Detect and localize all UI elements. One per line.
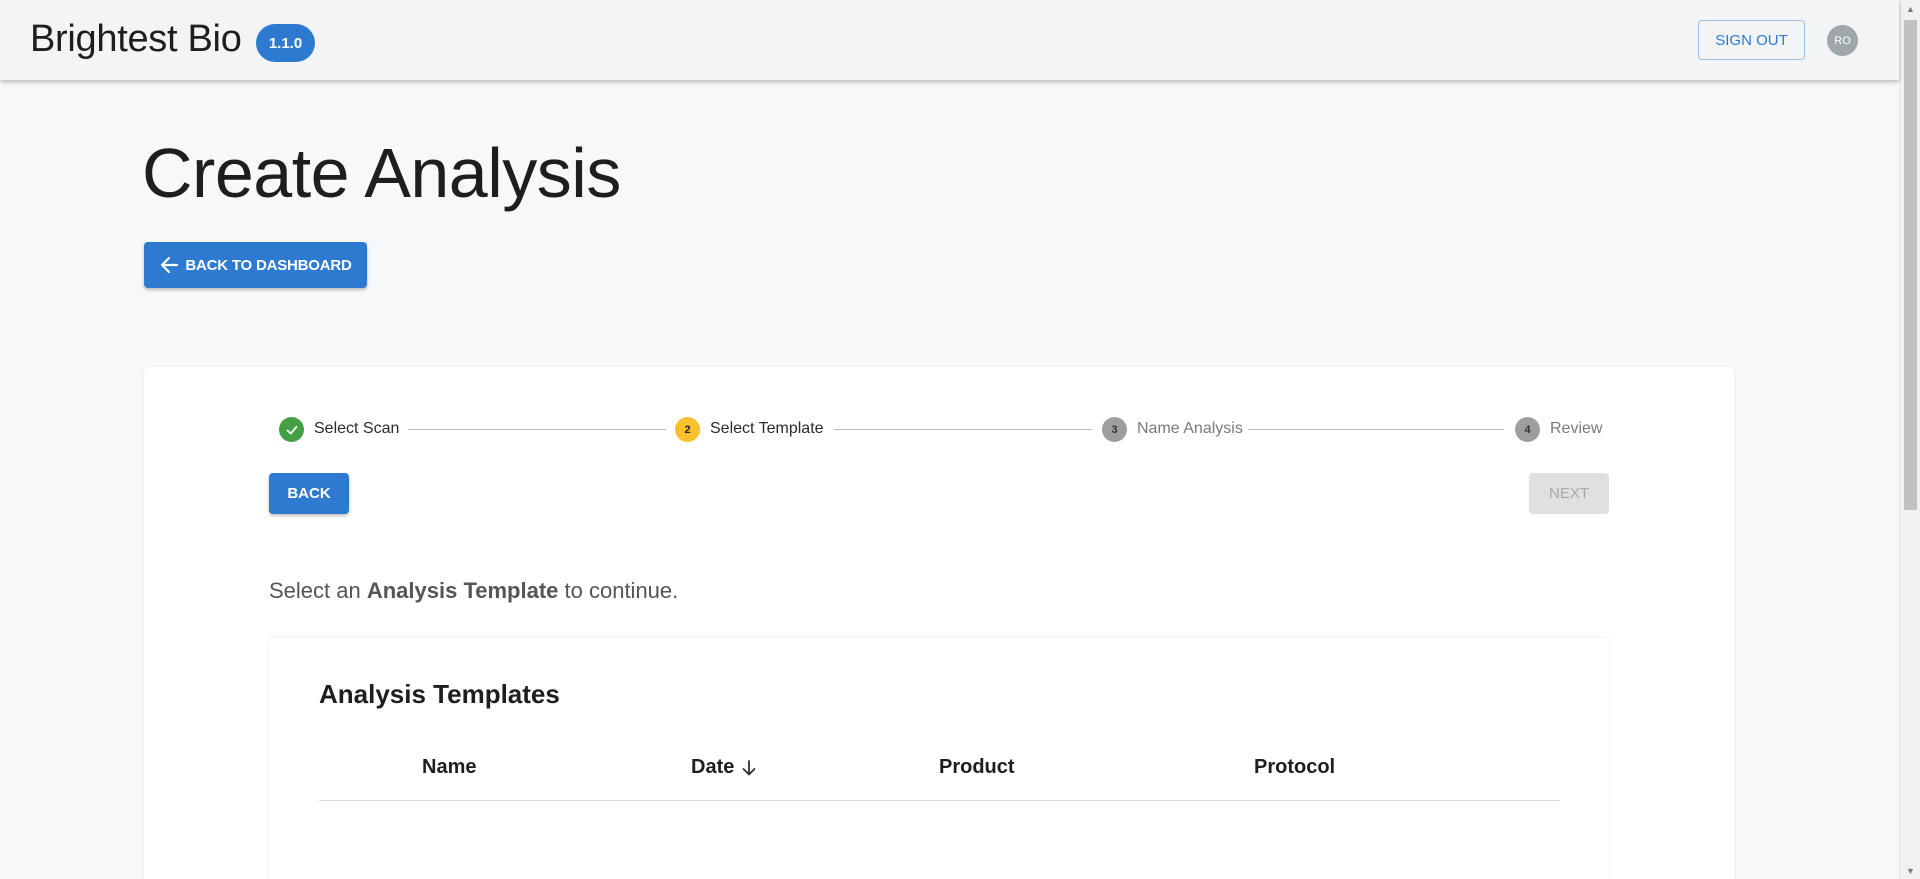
scroll-down-arrow-icon[interactable]: ▼ (1900, 862, 1920, 879)
next-button[interactable]: NEXT (1529, 473, 1609, 514)
version-badge: 1.1.0 (256, 24, 315, 62)
page-scrollbar[interactable]: ▲ ▼ (1899, 0, 1920, 879)
step-2-label: Select Template (710, 420, 824, 437)
step-4-number: 4 (1515, 417, 1540, 442)
instruction-text: Select an Analysis Template to continue. (269, 578, 679, 603)
step-connector (1248, 429, 1504, 430)
step-3-label: Name Analysis (1137, 420, 1243, 437)
arrow-left-icon (161, 256, 179, 274)
step-3-number: 3 (1102, 417, 1127, 442)
back-to-dashboard-button[interactable]: BACK TO DASHBOARD (144, 242, 367, 288)
column-header-name[interactable]: Name (422, 756, 476, 779)
brand-name: Brightest Bio (30, 18, 242, 60)
column-header-date[interactable]: Date (691, 756, 758, 779)
scroll-thumb[interactable] (1904, 20, 1917, 510)
column-header-product[interactable]: Product (939, 756, 1015, 779)
step-4-label: Review (1550, 420, 1603, 437)
scroll-up-arrow-icon[interactable]: ▲ (1900, 0, 1920, 17)
step-connector (834, 429, 1092, 430)
column-header-protocol[interactable]: Protocol (1254, 756, 1335, 779)
sort-descending-arrow-icon (742, 759, 756, 775)
step-connector (408, 429, 666, 430)
back-button[interactable]: BACK (269, 473, 349, 514)
step-2-number: 2 (675, 417, 700, 442)
step-1-completed-check-icon (279, 417, 304, 442)
app-header: Brightest Bio 1.1.0 SIGN OUT RO (0, 0, 1899, 80)
step-1-label: Select Scan (314, 420, 400, 437)
sign-out-button[interactable]: SIGN OUT (1698, 20, 1805, 60)
table-header-divider (319, 800, 1560, 801)
page-title: Create Analysis (142, 134, 621, 212)
back-to-dashboard-label: BACK TO DASHBOARD (185, 256, 352, 274)
analysis-templates-title: Analysis Templates (319, 679, 560, 709)
user-avatar[interactable]: RO (1827, 25, 1858, 56)
